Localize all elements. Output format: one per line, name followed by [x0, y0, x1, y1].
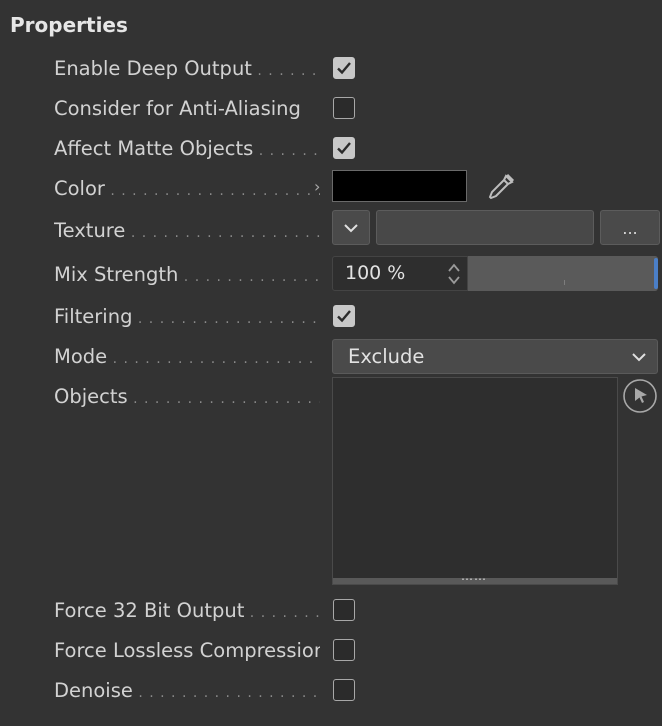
affect-matte-objects-label: Affect Matte Objects [54, 137, 320, 160]
chevron-down-icon [344, 224, 358, 233]
force-lossless-label: Force Lossless Compression [54, 639, 320, 662]
checkmark-icon [337, 62, 351, 75]
mix-strength-input[interactable]: 100 % [332, 256, 468, 291]
filtering-checkbox[interactable] [333, 305, 355, 327]
chevron-right-icon[interactable]: › [314, 177, 320, 196]
force-lossless-checkbox[interactable] [333, 639, 355, 661]
color-swatch[interactable] [332, 170, 467, 202]
checkmark-icon [337, 142, 351, 155]
mode-label: Mode [54, 345, 320, 368]
denoise-label: Denoise [54, 679, 320, 702]
objects-resize-handle[interactable]: ⋯⋯ [333, 572, 617, 586]
checkmark-icon [337, 310, 351, 323]
consider-anti-aliasing-checkbox[interactable] [333, 97, 355, 119]
eyedropper-icon[interactable] [482, 170, 518, 206]
denoise-checkbox[interactable] [333, 679, 355, 701]
force-32-bit-label: Force 32 Bit Output [54, 599, 320, 622]
objects-label: Objects [54, 385, 320, 408]
texture-browse-button[interactable]: ... [600, 210, 660, 245]
mix-strength-label: Mix Strength [54, 263, 320, 286]
chevron-down-icon [632, 353, 646, 362]
mode-dropdown[interactable]: Exclude [332, 339, 658, 374]
spinner-icon[interactable] [447, 261, 461, 287]
mix-strength-value: 100 % [345, 262, 406, 284]
slider-handle[interactable] [654, 258, 658, 289]
mode-value: Exclude [348, 345, 425, 368]
enable-deep-output-checkbox[interactable] [333, 57, 355, 79]
mix-strength-slider[interactable] [468, 256, 658, 291]
enable-deep-output-label: Enable Deep Output [54, 57, 320, 80]
color-label: Color [54, 177, 320, 200]
cursor-pick-icon[interactable] [622, 378, 658, 414]
texture-label: Texture [54, 219, 320, 242]
panel-title: Properties [10, 13, 128, 37]
texture-field[interactable] [376, 210, 594, 245]
filtering-label: Filtering [54, 305, 320, 328]
affect-matte-objects-checkbox[interactable] [333, 137, 355, 159]
texture-dropdown-button[interactable] [332, 210, 370, 245]
consider-anti-aliasing-label: Consider for Anti-Aliasing [54, 97, 301, 120]
force-32-bit-checkbox[interactable] [333, 599, 355, 621]
slider-tick [564, 280, 565, 285]
grip-dots-icon: ⋯⋯ [461, 572, 487, 586]
objects-list[interactable]: ⋯⋯ [332, 377, 618, 586]
